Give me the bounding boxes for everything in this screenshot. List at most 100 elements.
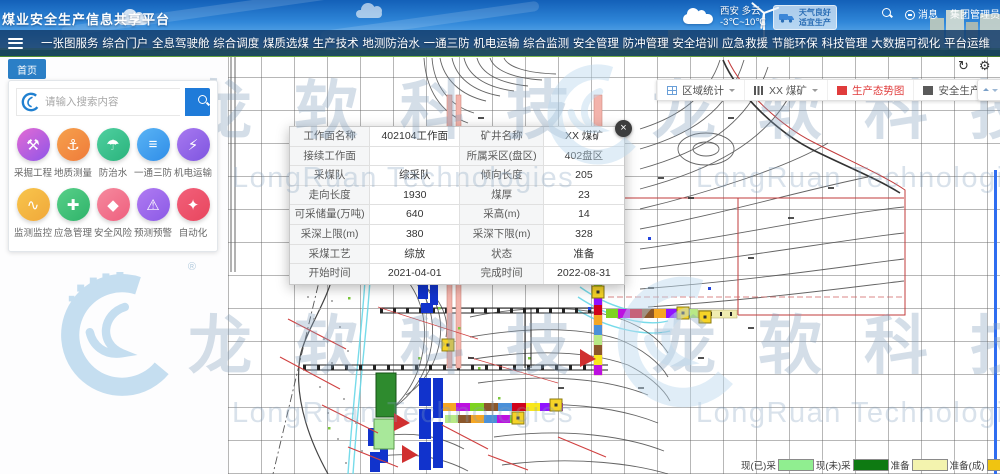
nav-item[interactable]: 煤质选煤	[263, 35, 309, 51]
weather-cluster: 西安 多云 -3℃~10℃ 天气良好 适宜生产	[683, 3, 837, 30]
close-icon[interactable]: ×	[615, 120, 632, 137]
field-label: 接续工作面	[290, 147, 370, 167]
launcher-app[interactable]: ✚ 应急管理	[53, 188, 93, 239]
app-icon: ∿	[17, 188, 50, 221]
app-label: 地质测量	[54, 165, 92, 179]
toolbar-item-icon	[754, 86, 764, 95]
nav-items: 一张图服务综合门户全息驾驶舱综合调度煤质选煤生产技术地测防治水一通三防机电运输综…	[41, 35, 990, 51]
table-row: 开始时间 2021-04-01 完成时间 2022-08-31	[290, 264, 624, 284]
toolbar-item[interactable]: 生产态势图	[827, 80, 914, 100]
app-icon: ⚠	[137, 188, 170, 221]
app-label: 预测预警	[134, 225, 172, 239]
tab-home[interactable]: 首页	[8, 59, 46, 79]
app-label: 一通三防	[134, 165, 172, 179]
refresh-icon[interactable]: ↻	[958, 59, 969, 73]
nav-item[interactable]: 安全培训	[672, 35, 718, 51]
search-icon[interactable]	[882, 8, 893, 19]
field-label: 完成时间	[460, 264, 544, 284]
user-account[interactable]: 集团管理员	[950, 6, 1000, 21]
nav-item[interactable]: 一张图服务	[41, 35, 99, 51]
field-value	[370, 147, 460, 167]
app-icon: ⚒	[17, 128, 50, 161]
toolbar-item[interactable]: XX 煤矿	[744, 80, 827, 100]
launcher-app[interactable]: ⚓ 地质测量	[53, 128, 93, 179]
page-title: 煤业安全生产信息共享平台	[2, 9, 170, 28]
table-row: 工作面名称 402104工作面 矿井名称 XX 煤矿	[290, 127, 624, 147]
nav-item[interactable]: 科技管理	[822, 35, 868, 51]
page-content: 龙软科技 LongRuan Technologies 龙软科技 LongRuan…	[0, 57, 1000, 474]
launcher-app[interactable]: ☂ 防治水	[93, 128, 133, 179]
nav-item[interactable]: 综合监测	[523, 35, 569, 51]
search-input[interactable]	[45, 96, 180, 108]
field-value: 2022-08-31	[544, 264, 624, 284]
search-box[interactable]	[16, 88, 180, 116]
nav-item[interactable]: 综合门户	[102, 35, 148, 51]
nav-item[interactable]: 平台运维	[944, 35, 990, 51]
nav-item[interactable]: 节能环保	[772, 35, 818, 51]
app-launcher-panel: ⚒ 采掘工程 ⚓ 地质测量 ☂ 防治水 ≡ 一通三防	[8, 80, 218, 252]
field-label: 开始时间	[290, 264, 370, 284]
field-value: 1930	[370, 186, 460, 206]
weather-city: 西安	[720, 6, 739, 17]
launcher-app[interactable]: ∿ 监测监控	[13, 188, 53, 239]
field-label: 矿井名称	[460, 127, 544, 147]
launcher-search-row	[9, 81, 217, 122]
launcher-app[interactable]: ◆ 安全风险	[93, 188, 133, 239]
messages-label: 消息	[918, 10, 938, 21]
launcher-app[interactable]: ≡ 一通三防	[133, 128, 173, 179]
field-value: 380	[370, 225, 460, 245]
app-label: 防治水	[99, 165, 128, 179]
hamburger-menu-icon[interactable]	[8, 38, 23, 49]
launcher-app[interactable]: ⚡ 机电运输	[173, 128, 213, 179]
field-value: 综采队	[370, 166, 460, 186]
field-label: 采煤工艺	[290, 245, 370, 265]
launcher-app[interactable]: ✦ 自动化	[173, 188, 213, 239]
legend-label: 准备	[891, 458, 910, 472]
nav-item[interactable]: 机电运输	[473, 35, 519, 51]
map-legend: 现(已)采 现(未)采 准备 准备(成) 已采	[741, 458, 1000, 472]
longruan-logo-icon	[21, 92, 41, 112]
table-row: 采深上限(m) 380 采深下限(m) 328	[290, 225, 624, 245]
gear-icon[interactable]: ⚙	[979, 59, 991, 73]
toolbar-item[interactable]: 区域统计	[657, 80, 744, 100]
weather-temp: -3℃~10℃	[720, 17, 766, 28]
field-value: 14	[544, 205, 624, 225]
launcher-app[interactable]: ⚠ 预测预警	[133, 188, 173, 239]
nav-item[interactable]: 大数据可视化	[871, 35, 940, 51]
main-menubar: 一张图服务综合门户全息驾驶舱综合调度煤质选煤生产技术地测防治水一通三防机电运输综…	[0, 30, 1000, 56]
workface-info-table: 工作面名称 402104工作面 矿井名称 XX 煤矿 接续工作面 所属采区(盘区…	[290, 127, 624, 284]
chevron-down-icon	[812, 89, 818, 95]
nav-item[interactable]: 应急救援	[722, 35, 768, 51]
field-label: 采高(m)	[460, 205, 544, 225]
nav-item[interactable]: 一通三防	[424, 35, 470, 51]
longruan-dragon-logo: ®	[52, 265, 192, 405]
nav-item[interactable]: 地测防治水	[362, 35, 420, 51]
launcher-app[interactable]: ⚒ 采掘工程	[13, 128, 53, 179]
legend-item: 现(未)采	[816, 458, 891, 472]
field-value: 综放	[370, 245, 460, 265]
nav-item[interactable]: 综合调度	[213, 35, 259, 51]
messages-button[interactable]: 消息	[905, 6, 938, 21]
nav-item[interactable]: 安全管理	[573, 35, 619, 51]
field-label: 工作面名称	[290, 127, 370, 147]
legend-swatch	[912, 459, 948, 471]
nav-item[interactable]: 全息驾驶舱	[152, 35, 210, 51]
toolbar-item-label: XX 煤矿	[769, 83, 807, 98]
collapse-button[interactable]	[977, 79, 1000, 101]
nav-item[interactable]: 生产技术	[313, 35, 359, 51]
search-button[interactable]	[185, 88, 210, 116]
weather-text: 西安 多云 -3℃~10℃	[720, 6, 766, 28]
field-value: 402盘区	[544, 147, 624, 167]
field-value: 328	[544, 225, 624, 245]
field-value: 402104工作面	[370, 127, 460, 147]
field-label: 走向长度	[290, 186, 370, 206]
app-label: 应急管理	[54, 225, 92, 239]
app-icon: ⚓	[57, 128, 90, 161]
app-label: 机电运输	[174, 165, 212, 179]
toolbar-item-icon	[923, 86, 933, 95]
app-label: 采掘工程	[14, 165, 52, 179]
field-value: XX 煤矿	[544, 127, 624, 147]
nav-item[interactable]: 防冲管理	[623, 35, 669, 51]
legend-item: 准备(成)	[950, 458, 1000, 472]
registered-mark: ®	[188, 261, 196, 273]
